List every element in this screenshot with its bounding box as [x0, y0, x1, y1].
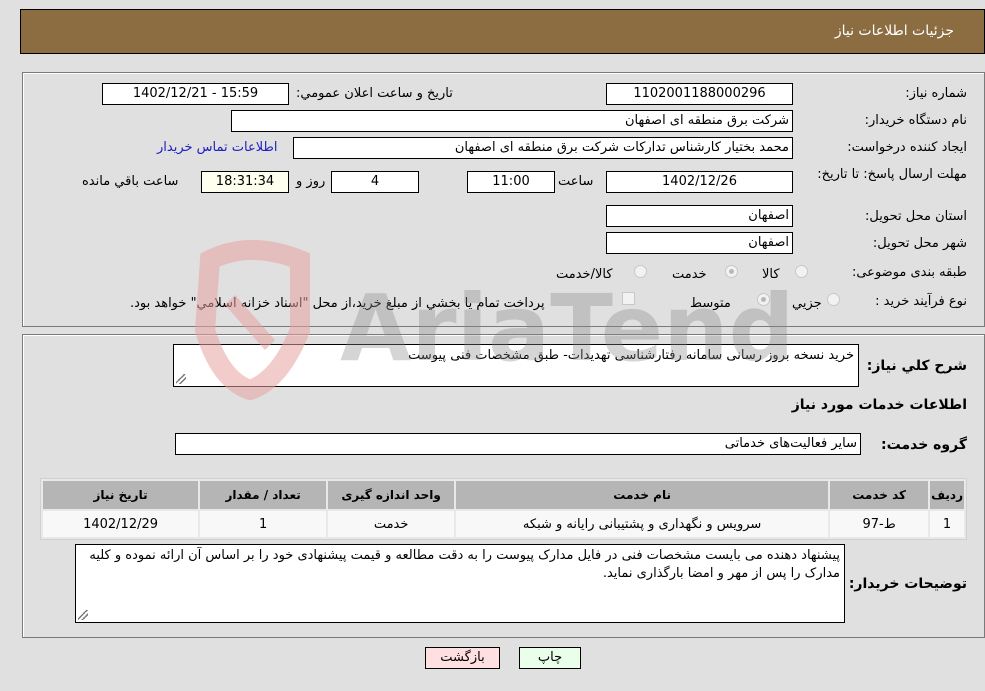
process-option-minor: جزيي — [792, 296, 822, 311]
description-text: خريد نسخه بروز رسانی سامانه رفتارشناسی ت… — [408, 348, 854, 363]
creator-label: ايجاد کننده درخواست: — [847, 140, 967, 155]
remaining-label: ساعت باقي مانده — [82, 174, 179, 189]
table-header-row: رديف کد خدمت نام خدمت واحد اندازه گيری ت… — [43, 481, 964, 509]
back-button[interactable]: بازگشت — [425, 647, 500, 669]
city-label: شهر محل تحويل: — [872, 236, 967, 251]
col-header-service-code: کد خدمت — [830, 481, 929, 509]
announce-label: تاریخ و ساعت اعلان عمومي: — [296, 86, 453, 101]
description-label: شرح كلي نياز: — [866, 358, 967, 374]
cell-row-number: 1 — [930, 511, 964, 537]
resize-grip-icon[interactable] — [176, 374, 186, 384]
category-radio-service[interactable] — [725, 265, 738, 278]
buyer-org-label: نام دستگاه خريدار: — [864, 113, 967, 128]
process-radio-medium[interactable] — [757, 293, 770, 306]
need-number-label: شماره نیاز: — [905, 86, 967, 101]
col-header-quantity: تعداد / مقدار — [200, 481, 327, 509]
services-section-title: اطلاعات خدمات مورد نياز — [791, 397, 967, 413]
page-title: جزئیات اطلاعات نیاز — [834, 23, 954, 39]
process-radio-minor[interactable] — [827, 293, 840, 306]
cell-service-code: ط-97 — [830, 511, 929, 537]
remaining-days-field: 4 — [331, 171, 419, 193]
col-header-need-date: تاريخ نياز — [43, 481, 199, 509]
col-header-service-name: نام خدمت — [456, 481, 829, 509]
category-radio-goods[interactable] — [795, 265, 808, 278]
description-field[interactable]: خريد نسخه بروز رسانی سامانه رفتارشناسی ت… — [173, 344, 859, 387]
cell-need-date: 1402/12/29 — [43, 511, 199, 537]
deadline-date-field: 1402/12/26 — [606, 171, 793, 193]
col-header-row-number: رديف — [930, 481, 964, 509]
category-option-service: خدمت — [672, 267, 707, 282]
days-label: روز و — [296, 174, 326, 189]
resize-grip-icon[interactable] — [78, 610, 88, 620]
buyer-notes-text: پيشنهاد دهنده می بايست مشخصات فنی در فاي… — [89, 548, 840, 581]
process-option-medium: متوسط — [690, 296, 731, 311]
treasury-checkbox[interactable] — [622, 292, 635, 305]
cell-unit: خدمت — [328, 511, 455, 537]
remaining-time-field: 18:31:34 — [201, 171, 289, 193]
buyer-contact-link[interactable]: اطلاعات تماس خريدار — [157, 140, 277, 155]
page-header: جزئیات اطلاعات نیاز — [20, 9, 985, 54]
services-table: رديف کد خدمت نام خدمت واحد اندازه گيری ت… — [40, 478, 967, 540]
category-option-goods-service: کالا/خدمت — [556, 267, 613, 282]
cell-quantity: 1 — [200, 511, 327, 537]
need-number-field: 1102001188000296 — [606, 83, 793, 105]
province-label: استان محل تحويل: — [865, 209, 967, 224]
buyer-notes-field[interactable]: پيشنهاد دهنده می بايست مشخصات فنی در فاي… — [75, 544, 845, 623]
buyer-org-field: شرکت برق منطقه ای اصفهان — [231, 110, 793, 132]
deadline-label: مهلت ارسال پاسخ: تا تاريخ: — [817, 167, 967, 182]
service-group-label: گروه خدمت: — [881, 437, 967, 453]
deadline-time-field: 11:00 — [467, 171, 555, 193]
process-label: نوع فرآيند خريد : — [875, 294, 967, 309]
table-row: 1 ط-97 سرويس و نگهداری و پشتيبانی رايانه… — [43, 511, 964, 537]
announce-datetime-field: 1402/12/21 - 15:59 — [102, 83, 289, 105]
province-field: اصفهان — [606, 205, 793, 227]
category-radio-goods-service[interactable] — [634, 265, 647, 278]
treasury-note: پرداخت تمام يا بخشي از مبلغ خريد،از محل … — [130, 296, 545, 311]
city-field: اصفهان — [606, 232, 793, 254]
buyer-notes-label: توضيحات خريدار: — [848, 576, 967, 592]
creator-field: محمد بختیار کارشناس تدارکات شرکت برق منط… — [293, 137, 793, 159]
col-header-unit: واحد اندازه گيری — [328, 481, 455, 509]
service-group-field: ساير فعاليت‌های خدماتی — [175, 433, 861, 455]
cell-service-name: سرويس و نگهداری و پشتيبانی رايانه و شبکه — [456, 511, 829, 537]
category-label: طبقه بندی موضوعی: — [851, 265, 967, 280]
deadline-time-label: ساعت — [558, 174, 594, 189]
category-option-goods: کالا — [762, 267, 780, 282]
print-button[interactable]: چاپ — [519, 647, 581, 669]
